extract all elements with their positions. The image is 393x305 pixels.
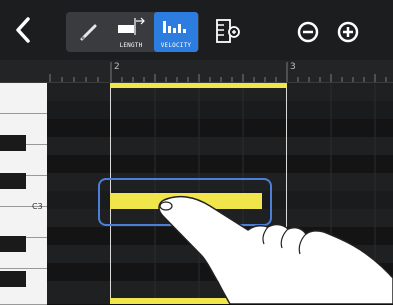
piano-keyboard[interactable] [0, 83, 47, 305]
length-tool-label: LENGTH [119, 42, 143, 49]
length-tool-button[interactable]: LENGTH [110, 12, 152, 52]
black-key[interactable] [0, 271, 26, 287]
note-label-c3: C3 [32, 202, 43, 211]
chevron-left-icon [16, 17, 30, 43]
white-key-c3[interactable] [0, 207, 47, 238]
pencil-icon [80, 24, 97, 41]
keyboard-zoom-icon [216, 19, 240, 43]
timeline-ruler[interactable] [0, 60, 393, 83]
zoom-in-icon [337, 21, 359, 43]
black-key[interactable] [0, 236, 26, 252]
velocity-tool-button[interactable]: VELOCITY [154, 12, 198, 52]
zoom-in-button[interactable] [330, 14, 366, 50]
velocity-icon [163, 21, 186, 33]
zoom-out-icon [297, 21, 319, 43]
white-key[interactable] [0, 83, 47, 114]
back-button[interactable] [8, 10, 38, 50]
pencil-tool-button[interactable] [70, 12, 108, 52]
ruler-ticks [49, 62, 387, 82]
black-key[interactable] [0, 173, 26, 189]
measure-number: 3 [290, 62, 296, 72]
measure-number: 2 [114, 62, 120, 72]
selection-bar-top[interactable] [110, 83, 287, 88]
keyboard-zoom-button[interactable] [210, 14, 246, 50]
length-icon [118, 17, 145, 35]
hand-pointer-icon [158, 195, 393, 304]
black-key[interactable] [0, 135, 26, 151]
zoom-out-button[interactable] [292, 14, 324, 50]
velocity-tool-label: VELOCITY [160, 42, 192, 49]
